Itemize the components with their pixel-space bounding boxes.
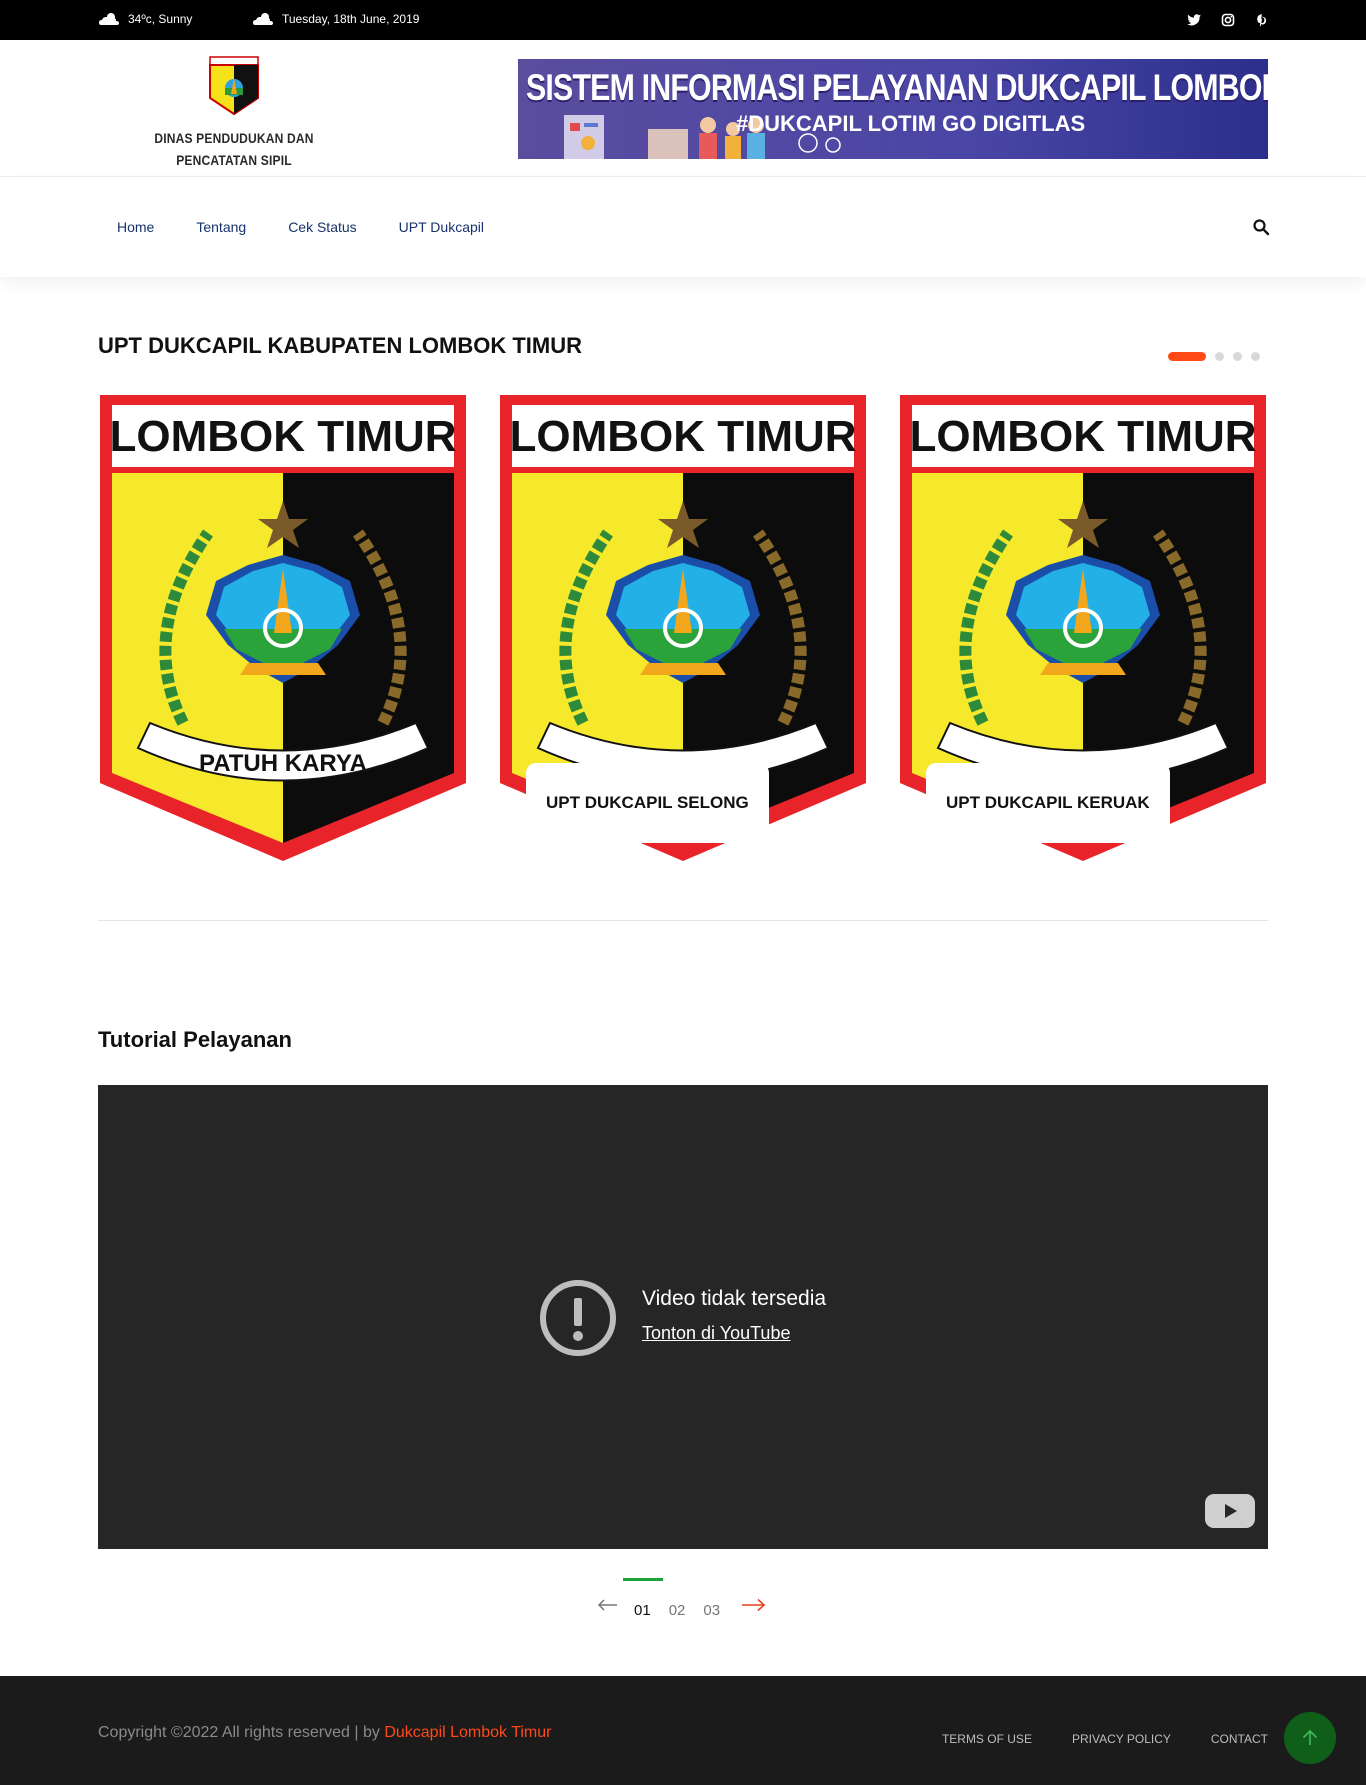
- contact-link[interactable]: CONTACT: [1211, 1732, 1268, 1746]
- date-text: Tuesday, 18th June, 2019: [282, 12, 420, 26]
- slider-dots: [1168, 352, 1260, 361]
- footer-links: TERMS OF USE PRIVACY POLICY CONTACT: [942, 1732, 1268, 1746]
- cloud-sun-icon: [253, 13, 273, 25]
- slider-dot[interactable]: [1251, 352, 1260, 361]
- upt-card[interactable]: LOMBOK TIMUR PATUH KARYA: [98, 393, 468, 863]
- logo-line-1: DINAS PENDUDUKAN DAN PENCATATAN SIPIL: [154, 130, 314, 168]
- arrow-right-icon[interactable]: [740, 1598, 766, 1612]
- nav-item-home[interactable]: Home: [117, 219, 154, 235]
- copyright-text: Copyright ©2022 All rights reserved | by…: [98, 1724, 551, 1742]
- banner-title: SISTEM INFORMASI PELAYANAN DUKCAPIL LOMB…: [526, 67, 1268, 108]
- slider-dot[interactable]: [1215, 352, 1224, 361]
- footer-brand-link[interactable]: Dukcapil Lombok Timur: [384, 1724, 551, 1741]
- terms-of-use-link[interactable]: TERMS OF USE: [942, 1732, 1032, 1746]
- weather-info: 34ºc, Sunny: [98, 12, 192, 26]
- watch-on-youtube-link[interactable]: Tonton di YouTube: [642, 1323, 790, 1344]
- site-logo[interactable]: DINAS PENDUDUKAN DAN PENCATATAN SIPIL KA…: [98, 56, 370, 193]
- section-divider: [98, 920, 1268, 921]
- upt-card-label[interactable]: UPT DUKCAPIL SELONG: [526, 763, 769, 843]
- cloud-sun-icon: [99, 13, 119, 25]
- upt-carousel: LOMBOK TIMUR PATUH KARYA LOMBOK TIMUR UP…: [98, 393, 1268, 863]
- emblem-top-text: LOMBOK TIMUR: [909, 412, 1256, 461]
- slider-dot[interactable]: [1233, 352, 1242, 361]
- tutorial-pagination: 01 02 03: [0, 1578, 1366, 1628]
- main-nav: Home Tentang Cek Status UPT Dukcapil: [0, 177, 1366, 277]
- slider-dot[interactable]: [1168, 352, 1206, 361]
- nav-item-upt-dukcapil[interactable]: UPT Dukcapil: [399, 219, 484, 235]
- youtube-icon[interactable]: [1204, 1493, 1256, 1529]
- pinterest-icon[interactable]: [1254, 12, 1270, 28]
- site-footer: Copyright ©2022 All rights reserved | by…: [0, 1676, 1366, 1785]
- lombok-timur-emblem: LOMBOK TIMUR PATUH KARYA: [100, 395, 466, 861]
- weather-text: 34ºc, Sunny: [128, 12, 193, 26]
- copyright-label: Copyright ©2022 All rights reserved | by: [98, 1724, 385, 1741]
- upt-section-title: UPT DUKCAPIL KABUPATEN LOMBOK TIMUR: [98, 333, 582, 358]
- page-number[interactable]: 03: [703, 1602, 720, 1619]
- banner-subtitle: #DUKCAPIL LOTIM GO DIGITLAS: [736, 111, 1086, 136]
- instagram-icon[interactable]: [1220, 12, 1236, 28]
- date-info: Tuesday, 18th June, 2019: [252, 12, 419, 26]
- tutorial-title: Tutorial Pelayanan: [98, 1027, 292, 1052]
- nav-item-cek-status[interactable]: Cek Status: [288, 219, 356, 235]
- active-page-indicator: [623, 1578, 663, 1581]
- emblem-ribbon-text: PATUH KARYA: [199, 750, 367, 777]
- emblem-top-text: LOMBOK TIMUR: [109, 412, 456, 461]
- nav-item-tentang[interactable]: Tentang: [196, 219, 246, 235]
- video-player[interactable]: Video tidak tersedia Tonton di YouTube: [98, 1085, 1268, 1549]
- exclamation-icon: [540, 1280, 616, 1356]
- twitter-icon[interactable]: [1186, 12, 1202, 28]
- upt-card[interactable]: LOMBOK TIMUR UPT DUKCAPIL KERUAK: [898, 393, 1268, 863]
- site-header: DINAS PENDUDUKAN DAN PENCATATAN SIPIL KA…: [0, 40, 1366, 190]
- upt-card[interactable]: LOMBOK TIMUR UPT DUKCAPIL SELONG: [498, 393, 868, 863]
- header-banner: SISTEM INFORMASI PELAYANAN DUKCAPIL LOMB…: [518, 59, 1268, 159]
- video-message: Video tidak tersedia: [642, 1287, 827, 1310]
- page-number[interactable]: 01: [634, 1602, 651, 1619]
- emblem-icon: [209, 56, 259, 116]
- back-to-top-button[interactable]: [1284, 1712, 1336, 1764]
- privacy-policy-link[interactable]: PRIVACY POLICY: [1072, 1732, 1171, 1746]
- emblem-top-text: LOMBOK TIMUR: [509, 412, 856, 461]
- search-icon[interactable]: [1252, 218, 1270, 236]
- top-bar: 34ºc, Sunny Tuesday, 18th June, 2019: [0, 0, 1366, 40]
- arrow-left-icon[interactable]: [597, 1598, 619, 1612]
- arrow-up-icon: [1302, 1729, 1318, 1745]
- page-numbers: 01 02 03: [634, 1602, 720, 1619]
- social-links: [1186, 12, 1270, 28]
- page-number[interactable]: 02: [669, 1602, 686, 1619]
- upt-card-label[interactable]: UPT DUKCAPIL KERUAK: [926, 763, 1170, 843]
